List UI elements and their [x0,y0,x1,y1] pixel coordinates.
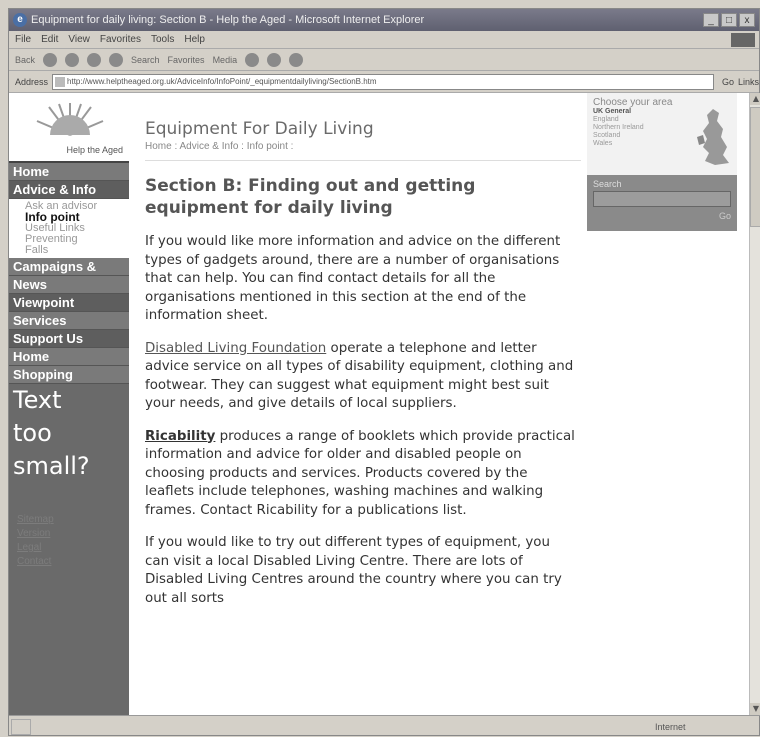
menu-bar: File Edit View Favorites Tools Help [9,31,759,49]
minimize-button[interactable]: _ [703,13,719,27]
security-zone: Internet [655,721,686,732]
address-input[interactable]: http://www.helptheaged.org.uk/AdviceInfo… [52,73,714,90]
menu-file[interactable]: File [15,34,31,45]
breadcrumb-home[interactable]: Home [145,141,172,152]
browser-window: e Equipment for daily living: Section B … [8,8,760,736]
menu-tools[interactable]: Tools [151,34,174,45]
nav-home[interactable]: Home [9,163,129,181]
text-size-link-2[interactable]: too [9,417,129,450]
nav-advice-info[interactable]: Advice & Info [9,181,129,199]
back-button[interactable]: Back [15,55,35,65]
nav-news[interactable]: News [9,276,129,294]
mail-icon[interactable] [267,52,282,67]
breadcrumb-info-point[interactable]: Info point [247,141,288,152]
nav-support-us[interactable]: Support Us [9,330,129,348]
search-label: Search [593,179,622,189]
nav-services[interactable]: Services [9,312,129,330]
ie-icon: e [13,13,27,27]
paragraph-4: If you would like to try out different t… [145,535,562,606]
media-button[interactable]: Media [213,55,238,65]
link-contact[interactable]: Contact [17,555,129,569]
history-icon[interactable] [245,52,260,67]
text-size-link-3[interactable]: small? [9,450,129,483]
toolbar: Back Search Favorites Media [9,49,759,71]
advice-submenu: Ask an advisor Info point Useful Links P… [9,199,129,258]
choose-area-box: Choose your area UK General England Nort… [587,93,737,175]
print-icon[interactable] [289,52,304,67]
brand-name: Help the Aged [66,145,123,155]
paragraph-3: Ricability produces a range of booklets … [145,428,581,521]
nav-home-shopping-2[interactable]: Shopping [9,366,129,384]
ricability-link[interactable]: Ricability [145,429,215,444]
favorites-button[interactable]: Favorites [168,55,205,65]
go-button[interactable]: Go [722,77,734,87]
nav-viewpoint[interactable]: Viewpoint [9,294,129,312]
search-button[interactable]: Search [131,55,160,65]
refresh-icon[interactable] [87,52,102,67]
menu-favorites[interactable]: Favorites [100,34,141,45]
menu-help[interactable]: Help [184,34,205,45]
stop-icon[interactable] [65,52,80,67]
sub-preventing-falls-2[interactable]: Falls [9,245,129,256]
links-button[interactable]: Links [738,77,759,87]
help-the-aged-logo[interactable]: Help the Aged [9,93,129,163]
address-bar: Address http://www.helptheaged.org.uk/Ad… [9,71,759,93]
address-url: http://www.helptheaged.org.uk/AdviceInfo… [67,76,377,86]
scroll-thumb[interactable] [750,107,760,227]
scroll-down-icon[interactable]: ▼ [750,703,760,715]
page-title: Equipment For Daily Living [145,119,374,139]
right-column: Choose your area UK General England Nort… [587,93,737,715]
search-input[interactable] [593,191,731,207]
link-legal[interactable]: Legal [17,541,129,555]
section-heading: Section B: Finding out and getting equip… [145,176,476,218]
windows-logo-icon [731,32,755,47]
breadcrumb-advice[interactable]: Advice & Info [179,141,238,152]
status-icon [11,718,31,735]
scroll-up-icon[interactable]: ▲ [750,93,760,105]
uk-map-icon[interactable] [693,107,733,167]
vertical-scrollbar[interactable]: ▲ ▼ [749,93,760,715]
search-go-button[interactable]: Go [593,211,731,221]
text-size-link-1[interactable]: Text [9,384,129,417]
title-bar: e Equipment for daily living: Section B … [9,9,759,31]
close-button[interactable]: x [739,13,755,27]
link-sitemap[interactable]: Sitemap [17,513,129,527]
home-icon[interactable] [109,52,124,67]
link-version[interactable]: Version [17,527,129,541]
menu-edit[interactable]: Edit [41,34,58,45]
nav-home-shopping-1[interactable]: Home [9,348,129,366]
menu-view[interactable]: View [68,34,90,45]
nav-campaigns[interactable]: Campaigns & [9,258,129,276]
window-title: Equipment for daily living: Section B - … [31,14,425,26]
paragraph-2: Disabled Living Foundation operate a tel… [145,340,581,414]
search-box: Search Go [587,175,737,231]
maximize-button[interactable]: □ [721,13,737,27]
page-viewport: Help the Aged Home Advice & Info Ask an … [9,93,749,715]
footer-links: Sitemap Version Legal Contact [9,483,129,569]
address-label: Address [15,76,49,87]
breadcrumb: Home : Advice & Info : Info point : [145,141,581,161]
dlf-link[interactable]: Disabled Living Foundation [145,341,326,356]
status-bar: Internet [9,715,760,737]
forward-icon[interactable] [43,52,58,67]
main-content: Equipment For Daily Living Home : Advice… [129,93,581,715]
sunrise-icon [36,103,104,136]
page-icon [55,76,66,87]
left-navigation: Help the Aged Home Advice & Info Ask an … [9,93,129,715]
paragraph-1: If you would like more information and a… [145,234,561,323]
